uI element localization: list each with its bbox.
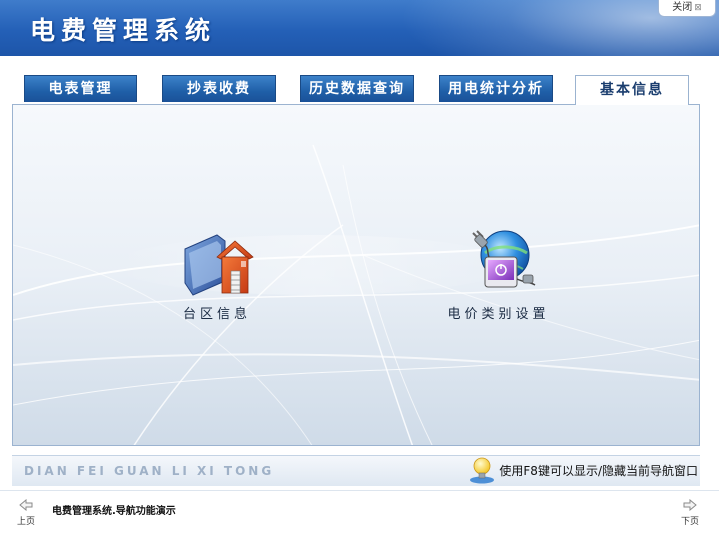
prev-page-button[interactable]: 上页 xyxy=(11,498,41,527)
close-button[interactable]: 关闭 ⊠ xyxy=(658,0,716,17)
tab-meter-management[interactable]: 电表管理 xyxy=(24,75,137,102)
close-icon: ⊠ xyxy=(694,3,702,13)
f8-tip: 使用F8键可以显示/隐藏当前导航窗口 xyxy=(469,457,698,484)
lightbulb-icon xyxy=(470,457,495,484)
panel-background-swooshes xyxy=(13,144,699,445)
footer-nav: 上页 电费管理系统.导航功能演示 下页 xyxy=(0,490,719,537)
shortcut-price-category[interactable]: 电价类别设置 xyxy=(436,223,561,322)
shortcut-area-info[interactable]: 台区信息 xyxy=(157,223,277,322)
tab-meter-reading-billing[interactable]: 抄表收费 xyxy=(162,75,276,102)
next-page-label: 下页 xyxy=(680,517,699,527)
arrow-right-icon xyxy=(683,498,697,512)
next-page-button[interactable]: 下页 xyxy=(675,498,705,527)
tab-history-query[interactable]: 历史数据查询 xyxy=(300,75,414,102)
arrow-left-icon xyxy=(19,498,33,512)
folder-house-icon xyxy=(184,234,254,296)
title-bar: 电费管理系统 xyxy=(0,0,719,56)
shortcut-price-category-label: 电价类别设置 xyxy=(447,307,550,322)
app-title: 电费管理系统 xyxy=(30,16,217,45)
tab-usage-statistics[interactable]: 用电统计分析 xyxy=(439,75,553,102)
prev-page-label: 上页 xyxy=(16,517,35,527)
f8-tip-text: 使用F8键可以显示/隐藏当前导航窗口 xyxy=(499,464,698,478)
close-label: 关闭 xyxy=(672,2,693,13)
tab-basic-info[interactable]: 基本信息 xyxy=(575,75,689,105)
power-plug-globe-icon xyxy=(471,230,535,288)
content-panel: 台区信息 电价类别设置 xyxy=(12,104,700,446)
shortcut-area-info-label: 台区信息 xyxy=(182,307,251,322)
tip-bar: DIAN FEI GUAN LI XI TONG 使用F8键可以显示/隐藏当前导… xyxy=(12,455,700,486)
footer-message: 电费管理系统.导航功能演示 xyxy=(52,506,176,517)
pinyin-watermark: DIAN FEI GUAN LI XI TONG xyxy=(24,464,275,478)
